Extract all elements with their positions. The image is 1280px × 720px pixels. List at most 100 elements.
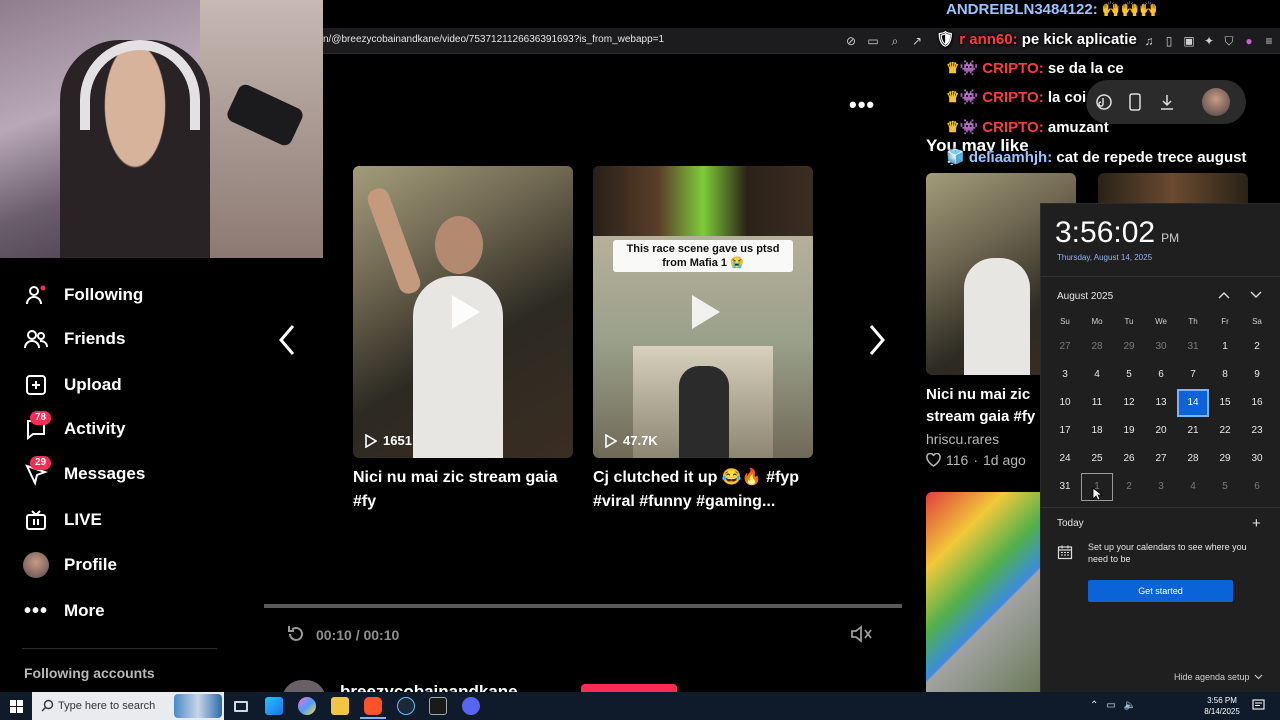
prev-arrow-icon[interactable] — [276, 322, 298, 363]
calendar-day[interactable]: 4 — [1177, 473, 1209, 501]
calendar-day[interactable]: 16 — [1241, 389, 1273, 417]
user-avatar[interactable] — [1202, 88, 1230, 116]
calendar-day[interactable]: 25 — [1081, 445, 1113, 473]
calendar-day[interactable]: 27 — [1049, 333, 1081, 361]
shield-icon[interactable]: ⛉ — [1221, 33, 1237, 49]
recommend-author[interactable]: hriscu.rares — [926, 431, 999, 447]
month-title[interactable]: August 2025 — [1057, 291, 1113, 302]
recommend-card-2[interactable] — [1098, 173, 1248, 203]
taskbar-search[interactable]: Type here to search — [32, 692, 224, 720]
calendar-day[interactable]: 23 — [1241, 417, 1273, 445]
calendar-day[interactable]: 28 — [1177, 445, 1209, 473]
sidebar-item-live[interactable]: LIVE — [22, 505, 102, 535]
calendar-day[interactable]: 27 — [1145, 445, 1177, 473]
sidebar-item-friends[interactable]: Friends — [22, 324, 125, 354]
calendar-day[interactable]: 6 — [1145, 361, 1177, 389]
sidebar-item-upload[interactable]: Upload — [22, 370, 122, 400]
mobile-icon[interactable] — [1128, 93, 1142, 116]
copilot-icon[interactable] — [298, 697, 316, 715]
calendar-day[interactable]: 1 — [1209, 333, 1241, 361]
chevron-up-icon[interactable]: ⌃ — [1090, 700, 1098, 711]
calendar-day[interactable]: 3 — [1049, 361, 1081, 389]
calendar-day[interactable]: 19 — [1113, 417, 1145, 445]
sidebar-item-profile[interactable]: Profile — [22, 550, 117, 580]
discord-icon[interactable] — [462, 697, 480, 715]
replay-icon[interactable] — [286, 624, 306, 649]
calendar-day[interactable]: 7 — [1177, 361, 1209, 389]
calendar-day[interactable]: 29 — [1209, 445, 1241, 473]
screen-icon[interactable]: ▭ — [865, 33, 881, 49]
chevron-up-icon[interactable] — [1217, 288, 1231, 306]
calendar-day[interactable]: 2 — [1241, 333, 1273, 361]
video-card[interactable]: This race scene gave us ptsd from Mafia … — [593, 166, 813, 458]
add-event-icon[interactable]: + — [1252, 515, 1261, 532]
tiktok-icon[interactable] — [1095, 93, 1113, 116]
network-icon[interactable]: ▭ — [1106, 700, 1115, 711]
clock-date[interactable]: Thursday, August 14, 2025 — [1057, 253, 1152, 262]
music-icon[interactable]: ♫ — [1141, 33, 1157, 49]
calendar-day[interactable]: 22 — [1209, 417, 1241, 445]
calendar-day[interactable]: 24 — [1049, 445, 1081, 473]
task-view-icon[interactable] — [234, 701, 248, 712]
calendar-day[interactable]: 15 — [1209, 389, 1241, 417]
vpn-icon[interactable]: ● — [1241, 33, 1257, 49]
recommend-card-3[interactable] — [926, 492, 1040, 692]
calendar-day[interactable]: 6 — [1241, 473, 1273, 501]
calendar-day[interactable]: 26 — [1113, 445, 1145, 473]
xbox-icon[interactable] — [429, 697, 447, 715]
next-arrow-icon[interactable] — [866, 322, 888, 363]
calendar-day[interactable]: 31 — [1177, 333, 1209, 361]
notification-icon[interactable] — [1252, 699, 1265, 717]
download-icon[interactable] — [1159, 93, 1175, 116]
calendar-day[interactable]: 8 — [1209, 361, 1241, 389]
taskbar-clock[interactable]: 3:56 PM 8/14/2025 — [1198, 695, 1246, 717]
calendar-day[interactable]: 29 — [1113, 333, 1145, 361]
calendar-day[interactable]: 5 — [1113, 361, 1145, 389]
calendar-day[interactable]: 3 — [1145, 473, 1177, 501]
calendar-day[interactable]: 11 — [1081, 389, 1113, 417]
calendar-day-today[interactable]: 14 — [1177, 389, 1209, 417]
video-title[interactable]: Cj clutched it up 😂🔥 #fyp #viral #funny … — [593, 466, 813, 514]
calendar-day[interactable]: 31 — [1049, 473, 1081, 501]
steam-icon[interactable] — [397, 697, 415, 715]
sidebar-item-messages[interactable]: 29 Messages — [22, 456, 145, 489]
recommend-title[interactable]: Nici nu mai zic stream gaia #fy — [926, 384, 1035, 428]
calendar-day[interactable]: 17 — [1049, 417, 1081, 445]
volume-tray-icon[interactable]: 🔈 — [1124, 700, 1136, 711]
get-started-button[interactable]: Get started — [1088, 580, 1233, 602]
menu-icon[interactable]: ≡ — [1261, 33, 1277, 49]
hide-agenda-link[interactable]: Hide agenda setup — [1174, 672, 1263, 682]
brave-icon[interactable] — [364, 697, 382, 715]
sidebar-item-activity[interactable]: 78 Activity — [22, 411, 125, 444]
edge-icon[interactable] — [265, 697, 283, 715]
calendar-day[interactable]: 5 — [1209, 473, 1241, 501]
calendar-day[interactable]: 21 — [1177, 417, 1209, 445]
calendar-day[interactable]: 4 — [1081, 361, 1113, 389]
calendar-day[interactable]: 10 — [1049, 389, 1081, 417]
calendar-day[interactable]: 30 — [1241, 445, 1273, 473]
video-card[interactable]: 1651 — [353, 166, 573, 458]
calendar-day[interactable]: 13 — [1145, 389, 1177, 417]
calendar-day[interactable]: 18 — [1081, 417, 1113, 445]
chevron-down-icon[interactable] — [1249, 288, 1263, 306]
calendar-day[interactable]: 20 — [1145, 417, 1177, 445]
calendar-day[interactable]: 28 — [1081, 333, 1113, 361]
more-options-button[interactable]: ••• — [849, 92, 875, 118]
extensions-icon[interactable]: ✦ — [1201, 33, 1217, 49]
reader-off-icon[interactable]: ⊘ — [843, 33, 859, 49]
calendar-day[interactable]: 12 — [1113, 389, 1145, 417]
video-title[interactable]: Nici nu mai zic stream gaia #fy — [353, 466, 573, 514]
share-icon[interactable]: ↗ — [909, 33, 925, 49]
file-explorer-icon[interactable] — [331, 697, 349, 715]
sidebar-icon[interactable]: ▯ — [1161, 33, 1177, 49]
volume-icon[interactable] — [850, 624, 874, 649]
calendar-day[interactable]: 2 — [1113, 473, 1145, 501]
calendar-day[interactable]: 9 — [1241, 361, 1273, 389]
sidebar-item-following[interactable]: Following — [22, 280, 143, 310]
windows-start-icon[interactable] — [10, 700, 23, 718]
progress-bar[interactable] — [264, 604, 902, 608]
wallet-icon[interactable]: ▣ — [1181, 33, 1197, 49]
sidebar-item-more[interactable]: ••• More — [22, 596, 105, 626]
calendar-day[interactable]: 30 — [1145, 333, 1177, 361]
url-text[interactable]: n/@breezycobainandkane/video/75371211266… — [323, 34, 664, 45]
